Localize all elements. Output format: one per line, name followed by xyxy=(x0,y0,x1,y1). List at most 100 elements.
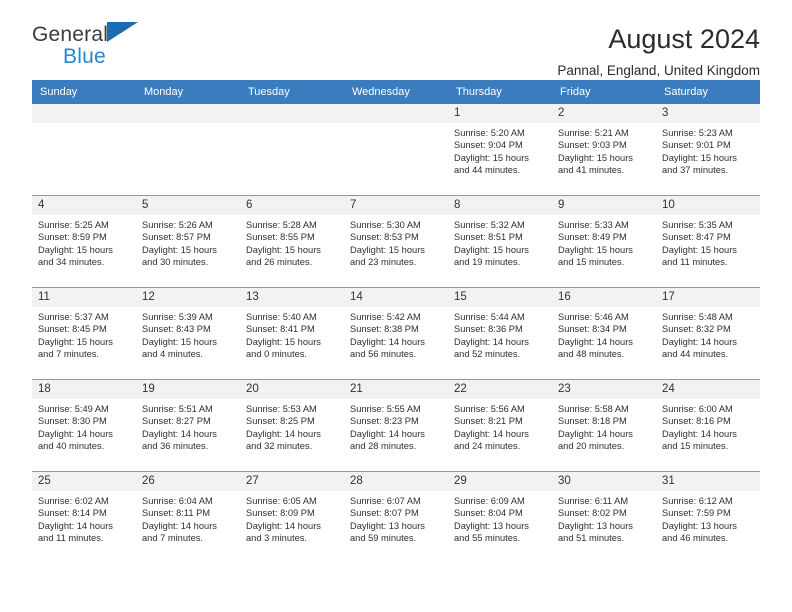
daylight-duration-line2: and 32 minutes. xyxy=(246,440,313,451)
day-number: 8 xyxy=(448,196,552,215)
calendar-day-cell[interactable]: 2 Sunrise: 5:21 AM Sunset: 9:03 PM Daylight… xyxy=(552,104,656,196)
daylight-duration-line1: Daylight: 14 hours xyxy=(454,428,529,439)
calendar-week-row: 25 Sunrise: 6:02 AM Sunset: 8:14 PM Dayligh… xyxy=(32,471,760,563)
calendar-day-cell[interactable]: 10 Sunrise: 5:35 AM Sunset: 8:47 PM Dayligh… xyxy=(656,195,760,288)
calendar-day-cell[interactable]: 22 Sunrise: 5:56 AM Sunset: 8:21 PM Dayligh… xyxy=(448,379,552,472)
calendar-day-cell[interactable]: 28 Sunrise: 6:07 AM Sunset: 8:07 PM Dayligh… xyxy=(344,471,448,563)
page-subtitle: Pannal, England, United Kingdom xyxy=(557,63,760,79)
daylight-duration-line2: and 11 minutes. xyxy=(662,256,728,267)
calendar-day-cell[interactable]: 29 Sunrise: 6:09 AM Sunset: 8:04 PM Dayligh… xyxy=(448,471,552,563)
calendar-week-row: 11 Sunrise: 5:37 AM Sunset: 8:45 PM Dayligh… xyxy=(32,287,760,380)
calendar-day-cell[interactable]: 6 Sunrise: 5:28 AM Sunset: 8:55 PM Daylight… xyxy=(240,195,344,288)
calendar-day-cell[interactable]: 24 Sunrise: 6:00 AM Sunset: 8:16 PM Dayligh… xyxy=(656,379,760,472)
daylight-duration-line2: and 28 minutes. xyxy=(350,440,417,451)
calendar-day-cell[interactable]: 30 Sunrise: 6:11 AM Sunset: 8:02 PM Dayligh… xyxy=(552,471,656,563)
daylight-duration-line1: Daylight: 13 hours xyxy=(662,520,737,531)
sunrise-time: Sunrise: 5:39 AM xyxy=(142,312,213,322)
calendar-day-cell[interactable]: 15 Sunrise: 5:44 AM Sunset: 8:36 PM Dayligh… xyxy=(448,287,552,380)
daylight-duration-line1: Daylight: 15 hours xyxy=(350,244,425,255)
sunset-time: Sunset: 8:18 PM xyxy=(558,416,627,427)
calendar-day-cell[interactable]: 9 Sunrise: 5:33 AM Sunset: 8:49 PM Daylight… xyxy=(552,195,656,288)
sunset-time: Sunset: 8:16 PM xyxy=(662,416,731,427)
day-details: Sunrise: 5:32 AM Sunset: 8:51 PM Daylight:… xyxy=(448,215,552,268)
calendar-day-cell[interactable]: 27 Sunrise: 6:05 AM Sunset: 8:09 PM Dayligh… xyxy=(240,471,344,563)
sunset-time: Sunset: 8:45 PM xyxy=(38,324,107,335)
sunrise-time: Sunrise: 5:26 AM xyxy=(142,220,213,230)
sunset-time: Sunset: 8:32 PM xyxy=(662,324,731,335)
calendar-day-cell[interactable]: 12 Sunrise: 5:39 AM Sunset: 8:43 PM Dayligh… xyxy=(136,287,240,380)
calendar-day-cell[interactable]: 3 Sunrise: 5:23 AM Sunset: 9:01 PM Daylight… xyxy=(656,104,760,196)
sunrise-time: Sunrise: 5:58 AM xyxy=(558,404,629,414)
weekday-header-sunday: Sunday xyxy=(32,80,136,104)
daylight-duration-line2: and 19 minutes. xyxy=(454,256,521,267)
calendar-body: 1 Sunrise: 5:20 AM Sunset: 9:04 PM Daylight… xyxy=(32,104,760,563)
day-number: 15 xyxy=(448,288,552,307)
calendar-day-cell[interactable]: 20 Sunrise: 5:53 AM Sunset: 8:25 PM Dayligh… xyxy=(240,379,344,472)
weekday-header: Sunday Monday Tuesday Wednesday Thursday Frid… xyxy=(32,80,760,104)
day-number: 5 xyxy=(136,196,240,215)
sunrise-time: Sunrise: 5:32 AM xyxy=(454,220,525,230)
generalblue-logo[interactable]: General Blue xyxy=(32,22,139,67)
sunrise-time: Sunrise: 5:20 AM xyxy=(454,128,525,138)
day-number: 19 xyxy=(136,380,240,399)
sunrise-time: Sunrise: 6:09 AM xyxy=(454,496,525,506)
calendar-day-cell-empty xyxy=(32,104,136,196)
calendar-day-cell[interactable]: 18 Sunrise: 5:49 AM Sunset: 8:30 PM Dayligh… xyxy=(32,379,136,472)
sunrise-time: Sunrise: 5:49 AM xyxy=(38,404,109,414)
calendar-day-cell[interactable]: 13 Sunrise: 5:40 AM Sunset: 8:41 PM Dayligh… xyxy=(240,287,344,380)
daylight-duration-line2: and 0 minutes. xyxy=(246,348,307,359)
daylight-duration-line1: Daylight: 15 hours xyxy=(38,244,113,255)
sunrise-time: Sunrise: 6:05 AM xyxy=(246,496,317,506)
brand-name-top: General xyxy=(32,23,109,46)
day-number xyxy=(32,104,136,123)
daylight-duration-line1: Daylight: 15 hours xyxy=(558,244,633,255)
day-number: 13 xyxy=(240,288,344,307)
sunset-time: Sunset: 8:30 PM xyxy=(38,416,107,427)
day-details: Sunrise: 5:51 AM Sunset: 8:27 PM Daylight:… xyxy=(136,399,240,452)
calendar-page: General Blue August 2024 Pannal, England… xyxy=(0,0,792,612)
calendar-day-cell-empty xyxy=(344,104,448,196)
sunset-time: Sunset: 8:23 PM xyxy=(350,416,419,427)
calendar-table: Sunday Monday Tuesday Wednesday Thursday Frid… xyxy=(32,80,760,563)
weekday-header-monday: Monday xyxy=(136,80,240,104)
day-details: Sunrise: 6:04 AM Sunset: 8:11 PM Daylight:… xyxy=(136,491,240,544)
sunrise-time: Sunrise: 5:56 AM xyxy=(454,404,525,414)
calendar-day-cell[interactable]: 4 Sunrise: 5:25 AM Sunset: 8:59 PM Daylight… xyxy=(32,195,136,288)
calendar-day-cell[interactable]: 8 Sunrise: 5:32 AM Sunset: 8:51 PM Daylight… xyxy=(448,195,552,288)
calendar-day-cell[interactable]: 19 Sunrise: 5:51 AM Sunset: 8:27 PM Dayligh… xyxy=(136,379,240,472)
calendar-day-cell[interactable]: 25 Sunrise: 6:02 AM Sunset: 8:14 PM Dayligh… xyxy=(32,471,136,563)
calendar-day-cell[interactable]: 21 Sunrise: 5:55 AM Sunset: 8:23 PM Dayligh… xyxy=(344,379,448,472)
day-details: Sunrise: 5:33 AM Sunset: 8:49 PM Daylight:… xyxy=(552,215,656,268)
calendar-day-cell[interactable]: 23 Sunrise: 5:58 AM Sunset: 8:18 PM Dayligh… xyxy=(552,379,656,472)
calendar-day-cell[interactable]: 31 Sunrise: 6:12 AM Sunset: 7:59 PM Dayligh… xyxy=(656,471,760,563)
sunrise-time: Sunrise: 6:00 AM xyxy=(662,404,733,414)
calendar-day-cell[interactable]: 14 Sunrise: 5:42 AM Sunset: 8:38 PM Dayligh… xyxy=(344,287,448,380)
daylight-duration-line1: Daylight: 14 hours xyxy=(350,336,425,347)
daylight-duration-line2: and 7 minutes. xyxy=(142,532,203,543)
calendar-day-cell[interactable]: 5 Sunrise: 5:26 AM Sunset: 8:57 PM Daylight… xyxy=(136,195,240,288)
daylight-duration-line2: and 36 minutes. xyxy=(142,440,209,451)
sunset-time: Sunset: 8:38 PM xyxy=(350,324,419,335)
day-number: 20 xyxy=(240,380,344,399)
day-details: Sunrise: 5:23 AM Sunset: 9:01 PM Daylight:… xyxy=(656,123,760,176)
day-number: 1 xyxy=(448,104,552,123)
calendar-day-cell[interactable]: 26 Sunrise: 6:04 AM Sunset: 8:11 PM Dayligh… xyxy=(136,471,240,563)
weekday-header-thursday: Thursday xyxy=(448,80,552,104)
sunset-time: Sunset: 8:51 PM xyxy=(454,232,523,243)
sunset-time: Sunset: 7:59 PM xyxy=(662,508,731,519)
daylight-duration-line1: Daylight: 14 hours xyxy=(38,428,113,439)
calendar-day-cell[interactable]: 11 Sunrise: 5:37 AM Sunset: 8:45 PM Dayligh… xyxy=(32,287,136,380)
calendar-day-cell[interactable]: 16 Sunrise: 5:46 AM Sunset: 8:34 PM Dayligh… xyxy=(552,287,656,380)
calendar-day-cell[interactable]: 17 Sunrise: 5:48 AM Sunset: 8:32 PM Dayligh… xyxy=(656,287,760,380)
weekday-header-friday: Friday xyxy=(552,80,656,104)
daylight-duration-line2: and 34 minutes. xyxy=(38,256,105,267)
daylight-duration-line2: and 55 minutes. xyxy=(454,532,521,543)
sunset-time: Sunset: 8:41 PM xyxy=(246,324,315,335)
calendar-day-cell[interactable]: 7 Sunrise: 5:30 AM Sunset: 8:53 PM Daylight… xyxy=(344,195,448,288)
day-number: 28 xyxy=(344,472,448,491)
calendar-day-cell[interactable]: 1 Sunrise: 5:20 AM Sunset: 9:04 PM Daylight… xyxy=(448,104,552,196)
sunrise-time: Sunrise: 6:12 AM xyxy=(662,496,733,506)
sunset-time: Sunset: 9:04 PM xyxy=(454,140,523,151)
sunrise-time: Sunrise: 6:04 AM xyxy=(142,496,213,506)
day-number: 11 xyxy=(32,288,136,307)
